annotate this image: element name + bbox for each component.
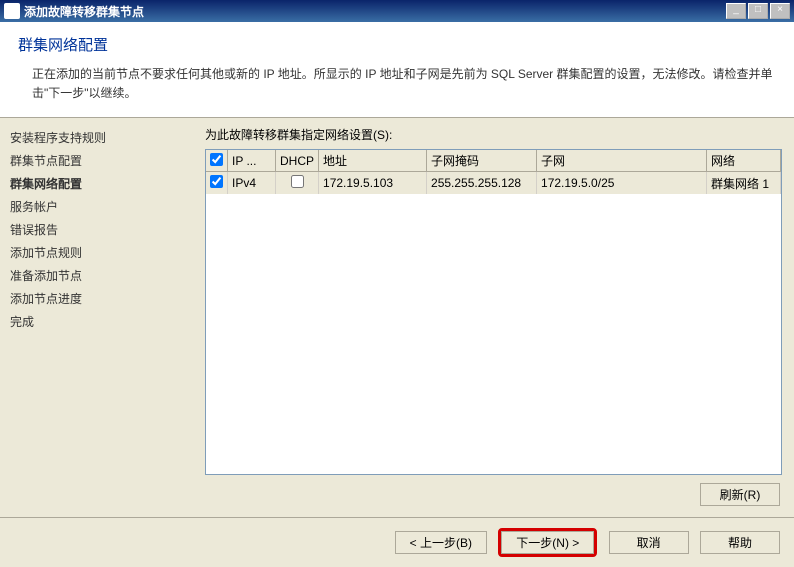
next-button-highlight: 下一步(N) > [498,528,597,557]
cell-iptype: IPv4 [228,172,276,194]
cell-address: 172.19.5.103 [319,172,427,194]
table-label: 为此故障转移群集指定网络设置(S): [205,126,782,143]
sidebar-item-error-report[interactable]: 错误报告 [10,218,185,241]
cancel-button[interactable]: 取消 [609,531,689,554]
minimize-button[interactable]: _ [726,3,746,19]
sidebar-item-install-rules[interactable]: 安装程序支持规则 [10,126,185,149]
sidebar-item-node-config[interactable]: 群集节点配置 [10,149,185,172]
col-header-address[interactable]: 地址 [319,150,427,172]
help-button[interactable]: 帮助 [700,531,780,554]
col-header-subnet[interactable]: 子网 [537,150,707,172]
row-checkbox[interactable] [210,175,223,188]
sidebar-item-service-account[interactable]: 服务帐户 [10,195,185,218]
main-content: 为此故障转移群集指定网络设置(S): IP ... DHCP 地址 子网掩码 子… [195,118,794,514]
page-description: 正在添加的当前节点不要求任何其他或新的 IP 地址。所显示的 IP 地址和子网是… [32,65,776,103]
sidebar-item-network-config[interactable]: 群集网络配置 [10,172,185,195]
col-header-iptype[interactable]: IP ... [228,150,276,172]
sidebar-item-ready-add[interactable]: 准备添加节点 [10,264,185,287]
network-table-container: IP ... DHCP 地址 子网掩码 子网 网络 IPv4 172.19.5.… [205,149,782,475]
refresh-button[interactable]: 刷新(R) [700,483,780,506]
col-header-check[interactable] [206,150,228,172]
body: 安装程序支持规则 群集节点配置 群集网络配置 服务帐户 错误报告 添加节点规则 … [0,118,794,514]
sidebar-item-progress[interactable]: 添加节点进度 [10,287,185,310]
footer: < 上一步(B) 下一步(N) > 取消 帮助 [0,517,794,567]
next-button[interactable]: 下一步(N) > [501,531,594,554]
col-header-dhcp[interactable]: DHCP [276,150,319,172]
back-button[interactable]: < 上一步(B) [395,531,487,554]
app-icon [4,3,20,19]
maximize-button[interactable]: □ [748,3,768,19]
header-checkbox[interactable] [210,153,223,166]
network-table: IP ... DHCP 地址 子网掩码 子网 网络 IPv4 172.19.5.… [206,150,781,194]
sidebar-item-add-node-rules[interactable]: 添加节点规则 [10,241,185,264]
page-title: 群集网络配置 [18,34,776,55]
refresh-row: 刷新(R) [195,475,782,506]
cell-subnet: 172.19.5.0/25 [537,172,707,194]
titlebar: 添加故障转移群集节点 _ □ × [0,0,794,22]
col-header-network[interactable]: 网络 [707,150,781,172]
cell-mask: 255.255.255.128 [427,172,537,194]
row-dhcp-checkbox[interactable] [291,175,304,188]
header: 群集网络配置 正在添加的当前节点不要求任何其他或新的 IP 地址。所显示的 IP… [0,22,794,118]
sidebar-item-complete[interactable]: 完成 [10,310,185,333]
table-row[interactable]: IPv4 172.19.5.103 255.255.255.128 172.19… [206,172,781,194]
sidebar: 安装程序支持规则 群集节点配置 群集网络配置 服务帐户 错误报告 添加节点规则 … [0,118,195,514]
cell-network: 群集网络 1 [707,172,781,194]
window-controls: _ □ × [724,3,790,19]
window-title: 添加故障转移群集节点 [24,3,724,20]
close-button[interactable]: × [770,3,790,19]
col-header-mask[interactable]: 子网掩码 [427,150,537,172]
